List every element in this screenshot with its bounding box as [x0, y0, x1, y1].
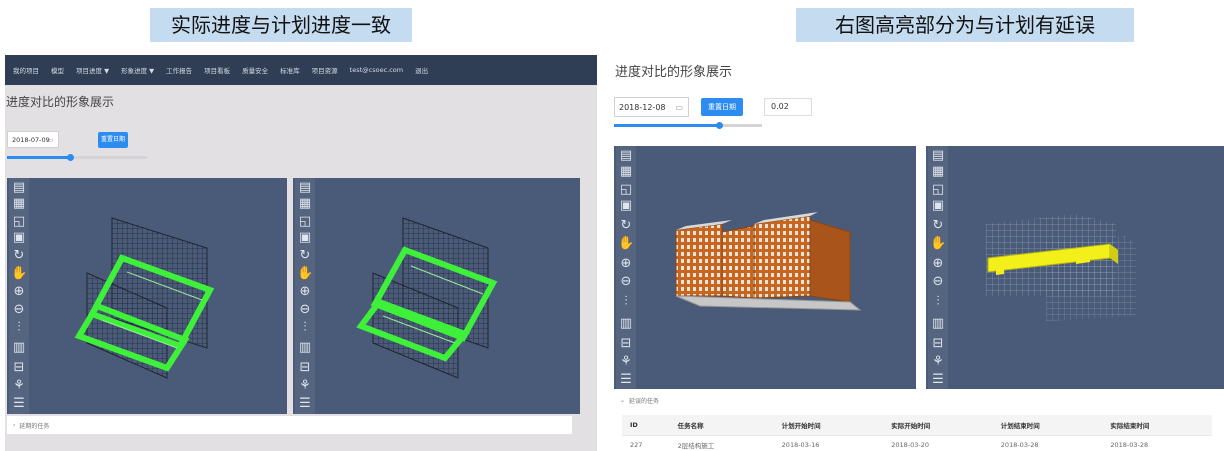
table-row[interactable]: 227 2层结构施工 2018-03-16 2018-03-20 2018-03… — [622, 435, 1212, 451]
page-title: 进度对比的形象展示 — [615, 65, 733, 80]
col-planned-start[interactable]: 计划开始时间 — [773, 415, 884, 436]
right-screenshot: 进度对比的形象展示 2018-12-08 ▭ 重置日期 0.02 ▤ ▦ ◱ ▣… — [612, 55, 1224, 451]
building-ghost-delay-highlight — [986, 214, 1136, 321]
reset-date-button[interactable]: 重置日期 — [98, 132, 128, 148]
caption-left: 实际进度与计划进度一致 — [150, 8, 412, 42]
cell-actual-start: 2018-03-20 — [883, 435, 993, 451]
calendar-icon[interactable]: ▭ — [675, 103, 683, 112]
date-slider-handle[interactable] — [716, 122, 723, 129]
delayed-tasks-expander[interactable]: ⌄ 延误的任务 — [614, 392, 1222, 408]
expander-label: 延误的任务 — [629, 397, 660, 405]
cell-planned-end: 2018-03-28 — [992, 435, 1103, 451]
nav-my-projects[interactable]: 我的项目 — [13, 65, 39, 75]
chevron-right-icon: › — [13, 421, 16, 429]
col-planned-end[interactable]: 计划结束时间 — [992, 415, 1103, 436]
cell-id: 227 — [622, 435, 670, 451]
nav-logout[interactable]: 退出 — [415, 65, 428, 75]
page-title: 进度对比的形象展示 — [6, 95, 115, 109]
date-picker[interactable]: 2018-07-09 ▭ — [7, 131, 59, 148]
top-nav: 我的项目 模型 项目进度 ▼ 形象进度 ▼ 工作报告 项目看板 质量安全 标准库… — [5, 55, 597, 85]
nav-standard-lib[interactable]: 标准库 — [280, 65, 300, 75]
cell-task-name: 2层结构施工 — [669, 435, 774, 451]
viewer-actual[interactable]: ▤ ▦ ◱ ▣ ↻ ✋ ⊕ ⊖ ⫶ ▥ ⊟ ⚘ ☰ — [614, 146, 916, 389]
col-task-name[interactable]: 任务名称 — [669, 415, 774, 436]
col-actual-start[interactable]: 实际开始时间 — [883, 415, 993, 436]
date-value: 2018-07-09 — [12, 135, 50, 144]
chevron-down-icon: ⌄ — [620, 396, 626, 404]
viewer-delay[interactable]: ▤ ▦ ◱ ▣ ↻ ✋ ⊕ ⊖ ⫶ ▥ ⊟ ⚘ ☰ — [926, 146, 1224, 389]
viewer-planned[interactable]: ▤ ▦ ◱ ▣ ↻ ✋ ⊕ ⊖ ⫶ ▥ ⊟ ⚘ ☰ — [7, 178, 287, 414]
col-actual-end[interactable]: 实际结束时间 — [1102, 415, 1212, 436]
date-slider-fill — [7, 156, 70, 159]
reset-date-button[interactable]: 重置日期 — [701, 98, 743, 116]
date-picker[interactable]: 2018-12-08 ▭ — [614, 97, 689, 117]
building-wireframe-actual — [356, 217, 498, 379]
nav-project-progress[interactable]: 项目进度 ▼ — [76, 65, 109, 75]
cell-actual-end: 2018-03-28 — [1102, 435, 1212, 451]
viewer-actual[interactable]: ▤ ▦ ◱ ▣ ↻ ✋ ⊕ ⊖ ⫶ ▥ ⊟ ⚘ ☰ — [293, 178, 580, 414]
ratio-input[interactable]: 0.02 — [764, 98, 812, 116]
col-id[interactable]: ID — [622, 415, 670, 436]
cell-planned-start: 2018-03-16 — [773, 435, 884, 451]
nav-quality-safety[interactable]: 质量安全 — [242, 65, 268, 75]
nav-user-email[interactable]: test@csoec.com — [350, 66, 403, 74]
nav-model[interactable]: 模型 — [51, 65, 64, 75]
nav-project-board[interactable]: 项目看板 — [204, 65, 230, 75]
delayed-tasks-expander[interactable]: › 延期的任务 — [7, 416, 572, 434]
nav-visual-progress[interactable]: 形象进度 ▼ — [121, 65, 154, 75]
date-slider-handle[interactable] — [67, 154, 74, 161]
expander-label: 延期的任务 — [19, 422, 50, 430]
date-slider-fill — [614, 124, 720, 127]
nav-project-resource[interactable]: 项目资源 — [312, 65, 338, 75]
caption-right: 右图高亮部分为与计划有延误 — [796, 8, 1134, 42]
delayed-tasks-table: ID 任务名称 计划开始时间 实际开始时间 计划结束时间 实际结束时间 227 … — [622, 415, 1212, 451]
table-header-row: ID 任务名称 计划开始时间 实际开始时间 计划结束时间 实际结束时间 — [622, 415, 1212, 436]
building-model-rendered — [675, 212, 862, 311]
building-wireframe-planned — [74, 217, 215, 379]
nav-work-report[interactable]: 工作报告 — [166, 65, 192, 75]
calendar-icon[interactable]: ▭ — [47, 136, 53, 144]
left-screenshot: 我的项目 模型 项目进度 ▼ 形象进度 ▼ 工作报告 项目看板 质量安全 标准库… — [5, 55, 597, 451]
date-value: 2018-12-08 — [619, 102, 666, 112]
